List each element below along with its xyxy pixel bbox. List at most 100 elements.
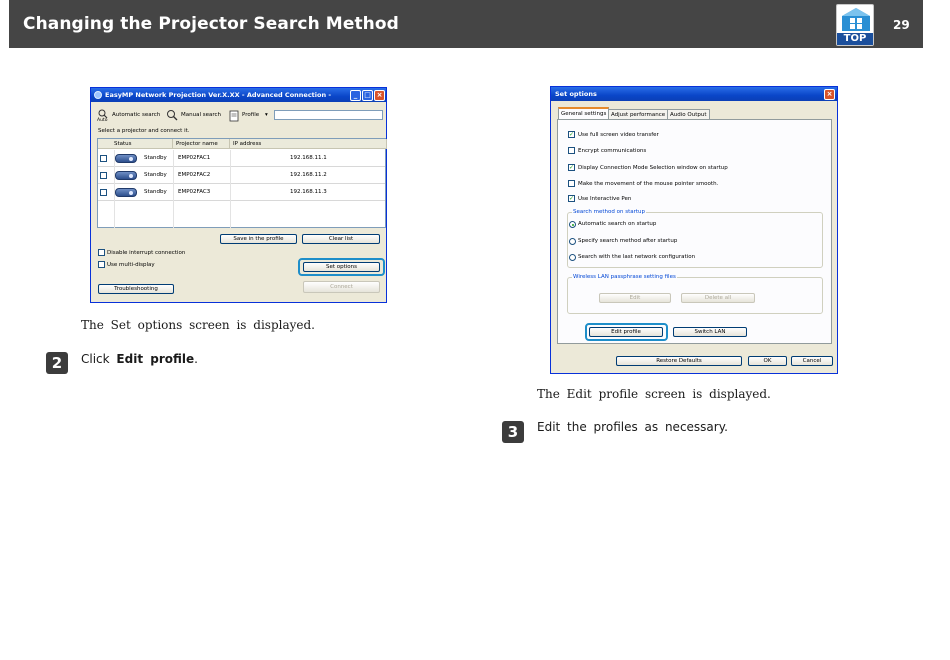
table-row[interactable]: Standby EMP02FAC2 192.168.11.2 [98,167,385,184]
encrypt-communications-checkbox[interactable] [568,147,575,154]
use-interactive-pen-label: Use Interactive Pen [578,196,632,202]
general-settings-panel: ✓ Use full screen video transfer Encrypt… [557,119,832,344]
last-network-radio[interactable] [569,254,576,261]
projector-name-cell: EMP02FAC2 [178,172,211,178]
book-icon [842,8,870,31]
clear-list-button[interactable]: Clear list [302,234,380,244]
profile-path-field[interactable] [274,110,383,120]
display-connection-mode-label: Display Connection Mode Selection window… [578,165,728,171]
step-2-bold: Edit profile [116,352,195,366]
table-row[interactable]: Standby EMP02FAC3 192.168.11.3 [98,184,385,201]
step-2-prefix: Click [81,352,110,366]
display-connection-mode-checkbox[interactable]: ✓ [568,164,575,171]
edit-button[interactable]: Edit [599,293,671,303]
close-icon[interactable]: × [824,89,835,100]
close-icon[interactable]: × [374,90,385,101]
advanced-connection-window: EasyMP Network Projection Ver.X.XX - Adv… [90,87,387,303]
search-method-group-title: Search method on startup [572,209,647,215]
step-badge: 2 [46,352,68,374]
last-network-radio-label: Search with the last network configurati… [578,254,696,260]
connect-button[interactable]: Connect [303,281,380,293]
step-badge: 3 [502,421,524,443]
ip-address-cell: 192.168.11.2 [290,172,327,178]
disable-interrupt-label: Disable interrupt connection [107,250,186,256]
cancel-button[interactable]: Cancel [791,356,833,366]
auto-icon-label: Auto [97,118,108,123]
status-cell: Standby [144,155,167,161]
status-cell: Standby [144,172,167,178]
chevron-down-icon: ▾ [265,112,268,118]
edit-profile-highlight [585,323,668,341]
automatic-search-radio[interactable] [569,221,576,228]
page-header: Changing the Projector Search Method TOP… [9,0,923,48]
projector-name-cell: EMP02FAC3 [178,189,211,195]
search-method-group: Search method on startup Automatic searc… [567,209,823,268]
use-full-screen-label: Use full screen video transfer [578,132,659,138]
column-divider [230,150,231,228]
switch-lan-button[interactable]: Switch LAN [673,327,747,337]
minimize-icon[interactable]: _ [350,90,361,101]
wireless-lan-group-title: Wireless LAN passphrase setting files [572,274,677,280]
top-label: TOP [837,33,873,45]
manual-search-icon [167,110,178,121]
step-2-suffix: . [194,352,198,366]
column-divider [173,150,174,228]
use-interactive-pen-checkbox[interactable]: ✓ [568,195,575,202]
step-2-text: Click Edit profile. [81,352,198,366]
specify-search-radio[interactable] [569,238,576,245]
page-title: Changing the Projector Search Method [23,14,399,34]
specify-search-radio-label: Specify search method after startup [578,238,678,244]
restore-defaults-button[interactable]: Restore Defaults [616,356,742,366]
encrypt-communications-label: Encrypt communications [578,148,647,154]
manual-search-label: Manual search [181,112,222,118]
column-header-ip-address[interactable]: IP address [230,139,387,149]
window-title-bar: Set options [551,87,837,101]
projector-icon [115,154,137,163]
save-in-profile-button[interactable]: Save in the profile [220,234,297,244]
status-cell: Standby [144,189,167,195]
window-title: EasyMP Network Projection Ver.X.XX - Adv… [105,91,332,99]
hint-text: Select a projector and connect it. [98,128,190,134]
smooth-pointer-checkbox[interactable] [568,180,575,187]
tab-general-settings[interactable]: General settings [558,107,610,119]
profile-icon [229,110,239,122]
automatic-search-label: Automatic search [112,112,161,118]
app-icon [94,91,102,99]
ip-address-cell: 192.168.11.3 [290,189,327,195]
projector-list[interactable]: Status Projector name IP address Standby… [97,138,387,228]
troubleshooting-button[interactable]: Troubleshooting [98,284,174,294]
ok-button[interactable]: OK [748,356,787,366]
use-multi-display-label: Use multi-display [107,262,155,268]
column-header-projector-name[interactable]: Projector name [173,139,230,149]
table-row[interactable]: Standby EMP02FAC1 192.168.11.1 [98,150,385,167]
smooth-pointer-label: Make the movement of the mouse pointer s… [578,181,719,187]
column-header-status[interactable]: Status [98,139,173,149]
projector-icon [115,188,137,197]
delete-all-button[interactable]: Delete all [681,293,755,303]
use-full-screen-checkbox[interactable]: ✓ [568,131,575,138]
ip-address-cell: 192.168.11.1 [290,155,327,161]
row-checkbox[interactable] [100,172,107,179]
top-link[interactable]: TOP [836,4,874,46]
profile-button[interactable]: Profile ▾ [228,108,272,124]
manual-search-button[interactable]: Manual search [166,108,226,124]
set-options-window: Set options × General settings Adjust pe… [550,86,838,374]
projector-name-cell: EMP02FAC1 [178,155,211,161]
row-checkbox[interactable] [100,189,107,196]
right-caption: The Edit profile screen is displayed. [537,387,771,401]
step-3-text: Edit the profiles as necessary. [537,420,728,434]
window-title: Set options [555,90,597,98]
set-options-highlight [298,258,385,276]
row-checkbox[interactable] [100,155,107,162]
use-multi-display-checkbox[interactable] [98,261,105,268]
automatic-search-button[interactable]: Auto Automatic search [96,108,164,124]
window-title-bar: EasyMP Network Projection Ver.X.XX - Adv… [91,88,386,102]
maximize-icon[interactable]: □ [362,90,373,101]
page-number: 29 [893,18,910,32]
column-divider [114,150,115,228]
automatic-search-radio-label: Automatic search on startup [578,221,657,227]
projector-icon [115,171,137,180]
profile-label: Profile [242,112,260,118]
wireless-lan-group: Wireless LAN passphrase setting files Ed… [567,274,823,314]
disable-interrupt-checkbox[interactable] [98,249,105,256]
